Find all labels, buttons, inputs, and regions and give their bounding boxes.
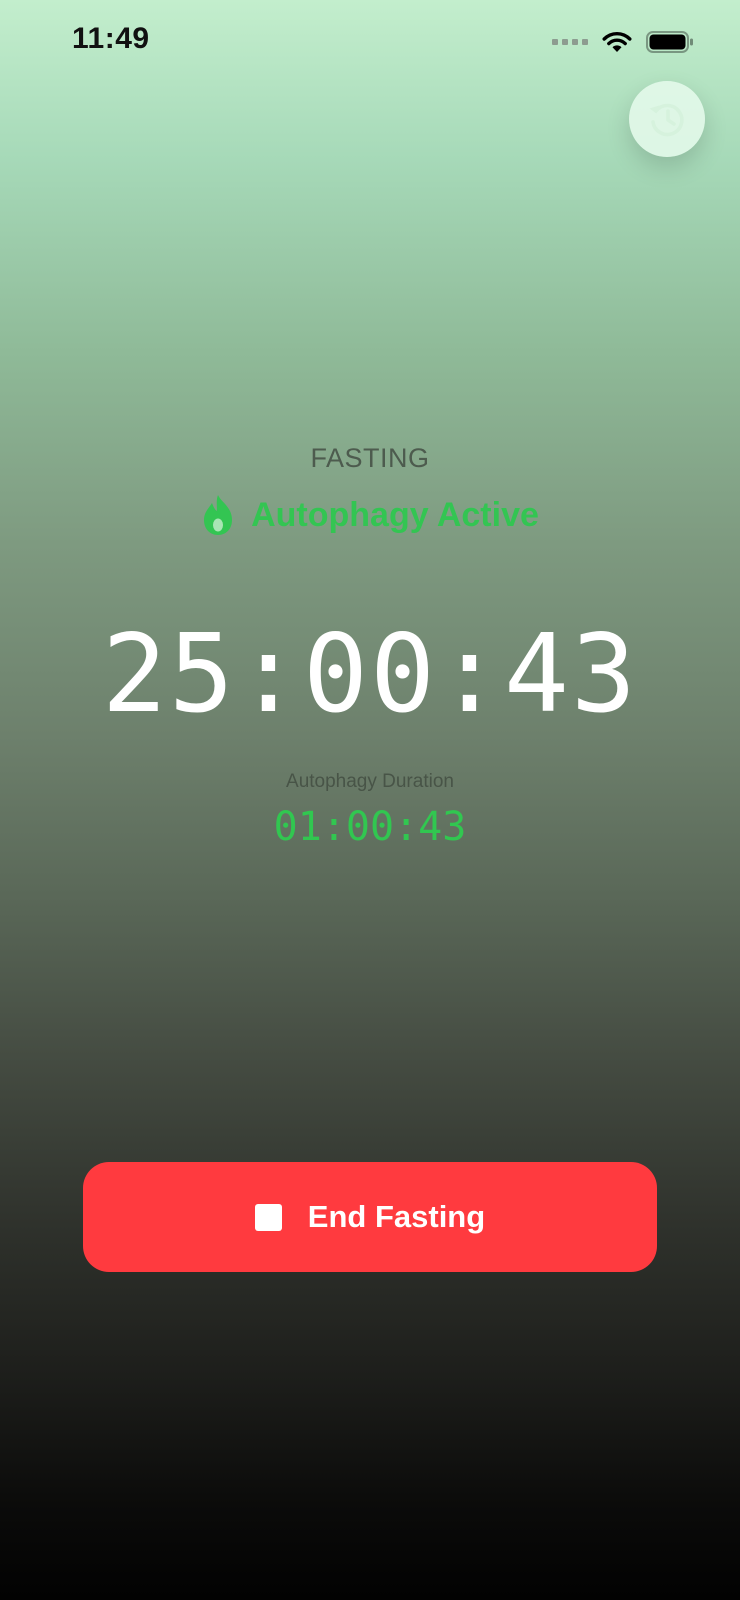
battery-icon [646, 31, 693, 53]
flame-icon [204, 495, 233, 535]
status-icons [552, 30, 694, 54]
status-bar: 11:49 [0, 0, 740, 84]
autophagy-duration-label: Autophagy Duration [286, 771, 454, 792]
status-time: 11:49 [72, 22, 150, 55]
history-icon [649, 103, 684, 137]
stop-icon [254, 1203, 282, 1231]
wifi-icon [602, 32, 632, 52]
fasting-state-label: FASTING [310, 443, 430, 473]
signal-dots-icon [552, 39, 588, 45]
phase-indicator: Autophagy Active [0, 494, 740, 536]
history-button[interactable] [629, 81, 705, 157]
elapsed-timer: 25:00:43 [101, 612, 639, 737]
phase-label: Autophagy Active [251, 495, 539, 534]
end-fasting-button[interactable]: End Fasting [83, 1162, 657, 1272]
autophagy-duration-timer: 01:00:43 [273, 804, 467, 850]
end-fasting-label: End Fasting [307, 1199, 486, 1234]
